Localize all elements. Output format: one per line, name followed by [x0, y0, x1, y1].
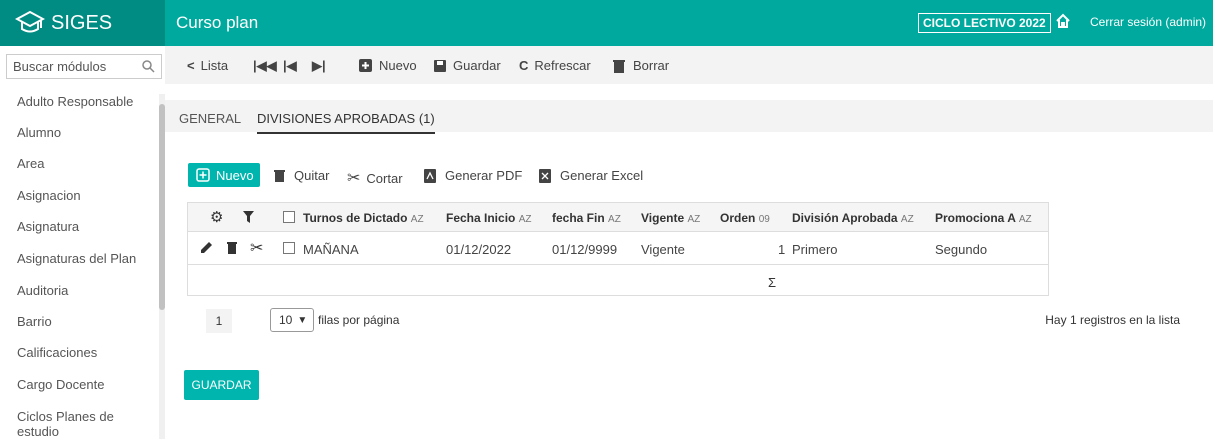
add-box-icon — [359, 59, 372, 72]
home-icon[interactable] — [1055, 13, 1071, 32]
trash-icon — [613, 59, 625, 73]
sidebar-item-asignatura[interactable]: Asignatura — [17, 219, 79, 234]
save-label: Guardar — [453, 58, 501, 73]
page-size-select[interactable]: 10 ▼ — [270, 308, 314, 332]
first-record-icon[interactable]: |◀◀ — [253, 58, 283, 74]
pager-page-1[interactable]: 1 — [206, 309, 232, 333]
delete-button[interactable]: Borrar — [613, 58, 669, 73]
gear-icon[interactable]: ⚙ — [210, 208, 223, 226]
column-header-promociona[interactable]: Promociona A AZ — [935, 211, 1032, 225]
ciclo-lectivo-badge[interactable]: CICLO LECTIVO 2022 — [918, 13, 1051, 33]
page-size-label: filas por página — [318, 313, 400, 327]
search-placeholder: Buscar módulos — [13, 59, 107, 74]
cell-orden: 1 — [778, 242, 786, 257]
sidebar-item-asignaturas-del-plan[interactable]: Asignaturas del Plan — [17, 251, 136, 266]
chevron-left-icon: < — [187, 58, 195, 73]
row-checkbox[interactable] — [283, 242, 295, 254]
generate-excel-button[interactable]: Generar Excel — [539, 168, 643, 183]
logout-link[interactable]: Cerrar sesión (admin) — [1090, 15, 1206, 29]
list-button[interactable]: < Lista — [187, 58, 228, 73]
pdf-icon — [424, 168, 436, 183]
record-toolbar: < Lista |◀◀ |◀ ▶| Nuevo Guardar C Refresc… — [165, 46, 1213, 84]
add-division-label: Nuevo — [216, 167, 254, 183]
cut-label: Cortar — [366, 170, 403, 186]
sidebar-item-ciclos-planes[interactable]: Ciclos Planes de estudio — [17, 409, 137, 439]
excel-icon — [539, 168, 551, 183]
filter-icon[interactable] — [243, 211, 254, 223]
tab-bar: GENERAL DIVISIONES APROBADAS (1) — [165, 100, 1213, 134]
column-header-turnos[interactable]: Turnos de Dictado AZ — [303, 211, 424, 225]
tab-divisiones-aprobadas[interactable]: DIVISIONES APROBADAS (1) — [257, 111, 435, 134]
scissors-icon[interactable]: ✂ — [250, 238, 263, 258]
table-row[interactable]: ✂ MAÑANA 01/12/2022 01/12/9999 Vigente 1… — [188, 232, 1048, 265]
column-header-orden[interactable]: Orden 09 — [720, 211, 770, 225]
record-count: Hay 1 registros en la lista — [1045, 313, 1180, 327]
cell-fecha-inicio: 01/12/2022 — [446, 242, 512, 257]
sidebar-scrollbar[interactable] — [159, 94, 165, 439]
generate-pdf-label: Generar PDF — [445, 168, 523, 183]
cell-promociona: Segundo — [935, 242, 988, 257]
top-bar: SIGES Curso plan CICLO LECTIVO 2022 Cerr… — [0, 0, 1213, 46]
sum-symbol: Σ — [768, 275, 777, 290]
column-header-fecha-inicio[interactable]: Fecha Inicio AZ — [446, 211, 531, 225]
refresh-button[interactable]: C Refrescar — [519, 58, 591, 73]
sidebar-item-alumno[interactable]: Alumno — [17, 125, 61, 140]
refresh-label: Refrescar — [534, 58, 591, 73]
sidebar: Buscar módulos Adulto Responsable Alumno… — [0, 46, 165, 439]
cell-fecha-fin: 01/12/9999 — [552, 242, 618, 257]
add-box-icon — [196, 168, 210, 182]
scissors-icon: ✂ — [347, 170, 361, 187]
divisions-grid: ⚙ Turnos de Dictado AZ Fecha Inicio AZ f… — [187, 202, 1049, 296]
column-header-fecha-fin[interactable]: fecha Fin AZ — [552, 211, 621, 225]
delete-label: Borrar — [633, 58, 670, 73]
remove-label: Quitar — [294, 168, 330, 183]
sidebar-item-cargo-docente[interactable]: Cargo Docente — [17, 377, 104, 392]
generate-excel-label: Generar Excel — [560, 168, 644, 183]
cut-button[interactable]: ✂ Cortar — [347, 168, 403, 188]
grid-header: ⚙ Turnos de Dictado AZ Fecha Inicio AZ f… — [188, 203, 1048, 232]
sidebar-item-asignacion[interactable]: Asignacion — [17, 188, 81, 203]
chevron-down-icon: ▼ — [297, 314, 308, 326]
cell-division: Primero — [792, 242, 838, 257]
page-title: Curso plan — [176, 13, 259, 32]
save-record-button[interactable]: Guardar — [433, 58, 501, 73]
search-icon[interactable] — [142, 60, 155, 73]
graduation-cap-icon — [15, 10, 45, 33]
app-name: SIGES — [51, 11, 113, 34]
select-all-checkbox[interactable] — [283, 211, 295, 223]
column-header-vigente[interactable]: Vigente AZ — [641, 211, 700, 225]
sidebar-item-barrio[interactable]: Barrio — [17, 314, 52, 329]
save-button[interactable]: GUARDAR — [184, 370, 259, 400]
trash-icon[interactable] — [227, 241, 237, 254]
list-label: Lista — [200, 58, 229, 73]
floppy-icon — [434, 59, 446, 72]
new-label: Nuevo — [379, 58, 417, 73]
new-record-button[interactable]: Nuevo — [358, 58, 417, 73]
tab-general[interactable]: GENERAL — [179, 111, 241, 126]
cell-vigente: Vigente — [641, 242, 685, 257]
sidebar-item-adulto-responsable[interactable]: Adulto Responsable — [17, 94, 133, 109]
sidebar-item-auditoria[interactable]: Auditoria — [17, 283, 68, 298]
sidebar-item-area[interactable]: Area — [17, 156, 44, 171]
column-header-division-aprobada[interactable]: División Aprobada AZ — [792, 211, 914, 225]
scrollbar-thumb[interactable] — [159, 104, 165, 310]
generate-pdf-button[interactable]: Generar PDF — [424, 168, 522, 183]
edit-icon[interactable] — [200, 241, 213, 254]
module-search-input[interactable]: Buscar módulos — [6, 54, 162, 79]
page-size-value: 10 — [279, 313, 293, 327]
refresh-icon: C — [519, 58, 529, 73]
cell-turno: MAÑANA — [303, 242, 359, 257]
add-division-button[interactable]: Nuevo — [188, 163, 260, 187]
prev-record-icon[interactable]: |◀ — [283, 58, 303, 74]
trash-icon — [274, 170, 285, 182]
sidebar-item-calificaciones[interactable]: Calificaciones — [17, 345, 97, 360]
logo[interactable]: SIGES — [0, 0, 165, 46]
remove-button[interactable]: Quitar — [274, 168, 329, 183]
next-record-icon[interactable]: ▶| — [312, 58, 332, 74]
